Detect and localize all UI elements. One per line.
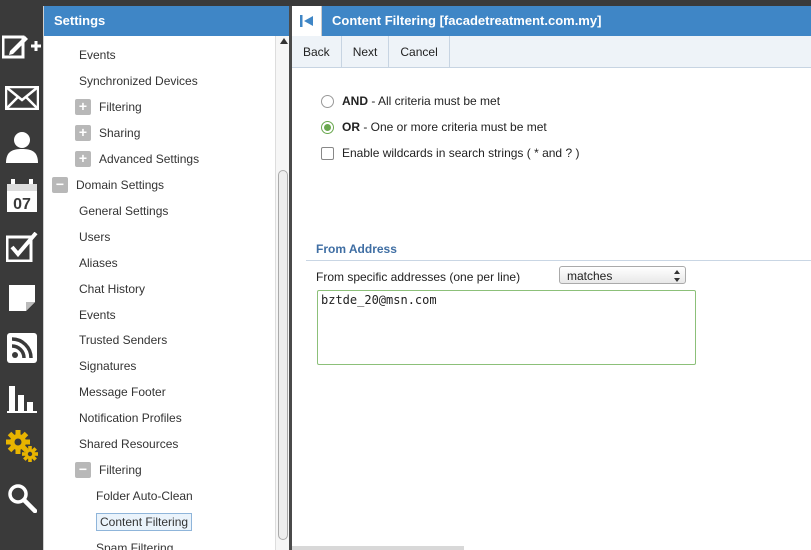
tree-item[interactable]: + Advanced Settings — [75, 149, 199, 169]
tree-item[interactable]: Users — [79, 227, 110, 247]
from-address-section-title: From Address — [316, 242, 397, 256]
match-mode-value: matches — [567, 269, 613, 283]
expand-icon[interactable]: + — [75, 124, 91, 141]
match-mode-select[interactable]: matches — [559, 266, 686, 284]
from-addresses-textarea[interactable] — [317, 290, 696, 365]
tree-item-label: Synchronized Devices — [79, 73, 198, 88]
and-label-text: - All criteria must be met — [368, 94, 501, 108]
tree-item[interactable]: Events — [79, 45, 116, 65]
panel-bottom-edge — [292, 546, 464, 550]
collapse-sidebar-button[interactable] — [292, 6, 322, 36]
content-title: Content Filtering [facadetreatment.com.m… — [332, 13, 602, 28]
and-option[interactable]: AND - All criteria must be met — [321, 92, 500, 110]
wildcards-checkbox[interactable] — [321, 146, 334, 160]
and-label-bold: AND — [342, 94, 368, 108]
collapse-icon[interactable]: − — [52, 176, 68, 193]
cancel-button[interactable]: Cancel — [389, 36, 450, 67]
collapse-icon[interactable]: − — [75, 462, 91, 479]
tree-item-label: Users — [79, 229, 111, 244]
settings-title: Settings — [44, 6, 290, 36]
tree-item-label: Chat History — [79, 281, 146, 296]
tree-item-label: Advanced Settings — [99, 151, 200, 166]
and-radio[interactable] — [321, 94, 334, 108]
or-label-bold: OR — [342, 120, 360, 134]
contacts-icon[interactable] — [0, 127, 43, 167]
tree-item[interactable]: + Sharing — [75, 123, 140, 143]
tree-item[interactable]: Trusted Senders — [79, 330, 167, 350]
back-button[interactable]: Back — [292, 36, 342, 67]
tree-item[interactable]: Chat History — [79, 279, 145, 299]
tree-item[interactable]: − Domain Settings — [52, 175, 164, 195]
tree-item-label: General Settings — [79, 203, 169, 218]
tree-item-label: Aliases — [79, 255, 118, 270]
tree-item[interactable]: Spam Filtering — [96, 538, 173, 550]
expand-icon[interactable]: + — [75, 150, 91, 167]
expand-icon[interactable]: + — [75, 98, 91, 115]
tree-item-label: Filtering — [99, 99, 142, 114]
tree-item-label: Content Filtering — [96, 513, 193, 532]
collapse-left-icon — [299, 15, 313, 27]
tree-item-label: Folder Auto-Clean — [96, 489, 193, 504]
tree-item-label: Notification Profiles — [79, 411, 182, 426]
tree-scrollbar[interactable] — [275, 36, 290, 550]
tree-item-label: Events — [79, 48, 116, 62]
calendar-icon[interactable]: 07 — [0, 176, 43, 216]
tree-item[interactable]: General Settings — [79, 201, 168, 221]
settings-tree: Events Synchronized Devices + Filtering + Sha… — [44, 36, 276, 550]
notes-icon[interactable] — [0, 278, 43, 318]
tree-item-label: Sharing — [99, 125, 141, 140]
tree-item[interactable]: + Filtering — [75, 97, 142, 117]
from-addresses-label: From specific addresses (one per line) — [316, 270, 521, 284]
or-label-text: - One or more criteria must be met — [360, 120, 547, 134]
calendar-day: 07 — [13, 196, 31, 213]
section-divider — [306, 260, 811, 261]
tree-item-label: Events — [79, 307, 116, 322]
tree-item-label: Message Footer — [79, 385, 166, 400]
scrollbar-thumb[interactable] — [278, 170, 288, 540]
tree-item-label: Signatures — [79, 359, 137, 374]
content-panel: Content Filtering [facadetreatment.com.m… — [292, 6, 811, 550]
tree-item[interactable]: Events — [79, 305, 116, 325]
tree-item-label: Filtering — [99, 463, 142, 478]
next-button[interactable]: Next — [342, 36, 390, 67]
tree-item[interactable]: Aliases — [79, 253, 118, 273]
wizard-toolbar: Back Next Cancel — [292, 36, 811, 68]
app-icon-rail: 07 — [0, 0, 43, 550]
tree-item[interactable]: Content Filtering — [96, 512, 193, 532]
tree-item[interactable]: Message Footer — [79, 382, 166, 402]
select-arrows-icon — [674, 270, 680, 282]
tree-item-label: Trusted Senders — [79, 333, 168, 348]
tree-item-label: Shared Resources — [79, 437, 179, 452]
tree-item[interactable]: − Filtering — [75, 460, 142, 480]
or-option[interactable]: OR - One or more criteria must be met — [321, 118, 547, 136]
rss-icon[interactable] — [0, 328, 43, 368]
scroll-up-arrow-icon[interactable] — [280, 38, 288, 44]
tree-item-label: Spam Filtering — [96, 541, 174, 550]
search-icon[interactable] — [0, 478, 43, 518]
tree-item[interactable]: Folder Auto-Clean — [96, 486, 193, 506]
settings-panel: Settings Events Synchronized Devices + Filt… — [43, 6, 290, 550]
content-header: Content Filtering [facadetreatment.com.m… — [292, 6, 811, 36]
compose-icon[interactable] — [0, 26, 43, 66]
mail-icon[interactable] — [0, 78, 43, 118]
or-radio[interactable] — [321, 120, 334, 134]
wildcards-option[interactable]: Enable wildcards in search strings ( * a… — [321, 144, 579, 162]
wildcards-label: Enable wildcards in search strings ( * a… — [342, 146, 580, 160]
tree-item-label: Domain Settings — [76, 177, 165, 192]
tree-item[interactable]: Notification Profiles — [79, 408, 182, 428]
tree-item[interactable]: Shared Resources — [79, 434, 178, 454]
tasks-icon[interactable] — [0, 227, 43, 267]
reports-icon[interactable] — [0, 378, 43, 418]
tree-item[interactable]: Synchronized Devices — [79, 71, 198, 91]
tree-item[interactable]: Signatures — [79, 356, 136, 376]
settings-icon[interactable] — [0, 426, 43, 466]
